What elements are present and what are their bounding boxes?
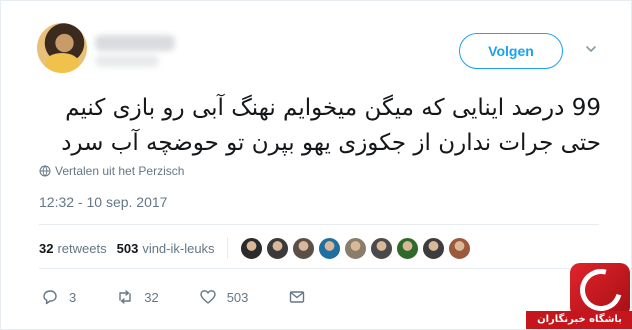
liker-avatar[interactable] bbox=[317, 236, 341, 260]
chevron-down-icon[interactable] bbox=[585, 43, 597, 55]
retweets-label: retweets bbox=[57, 240, 107, 256]
liker-avatar[interactable] bbox=[369, 236, 393, 260]
author-handle-blurred bbox=[95, 55, 159, 67]
likes-label: vind-ik-leuks bbox=[142, 240, 215, 256]
tweet-text: 99 درصد اینایی که میگن میخوایم نهنگ آبی … bbox=[31, 91, 601, 161]
liker-avatar[interactable] bbox=[291, 236, 315, 260]
divider bbox=[39, 224, 599, 225]
globe-icon bbox=[39, 165, 51, 177]
envelope-icon bbox=[290, 291, 305, 303]
liker-avatar[interactable] bbox=[395, 236, 419, 260]
retweet-count: 32 bbox=[144, 289, 159, 305]
retweet-button[interactable]: 32 bbox=[116, 288, 159, 306]
retweets-stat[interactable]: 32 retweets bbox=[39, 241, 107, 256]
reply-count: 3 bbox=[69, 289, 77, 305]
likes-stat[interactable]: 503 vind-ik-leuks bbox=[117, 241, 215, 256]
follow-button[interactable]: Volgen bbox=[459, 33, 563, 69]
watermark-label: باشگاه خبرنگاران bbox=[526, 311, 632, 329]
retweets-count: 32 bbox=[39, 240, 54, 256]
liker-avatars bbox=[239, 236, 471, 260]
tweet-card: Volgen 99 درصد اینایی که میگن میخوایم نه… bbox=[0, 0, 632, 330]
tweet-text-line: 99 درصد اینایی که میگن میخوایم نهنگ آبی … bbox=[65, 95, 601, 121]
translate-label: Vertalen uit het Perzisch bbox=[55, 164, 185, 178]
direct-message-button[interactable] bbox=[288, 288, 306, 306]
author-name-blurred bbox=[95, 35, 175, 51]
liker-avatar[interactable] bbox=[421, 236, 445, 260]
like-button[interactable]: 503 bbox=[199, 288, 249, 306]
liker-avatar[interactable] bbox=[239, 236, 263, 260]
translate-link[interactable]: Vertalen uit het Perzisch bbox=[39, 164, 184, 178]
reply-button[interactable]: 3 bbox=[41, 288, 76, 306]
tweet-text-line: حتی جرات ندارن از جکوزی یهو بپرن تو حوضچ… bbox=[61, 130, 601, 156]
avatar[interactable] bbox=[37, 23, 87, 73]
divider bbox=[39, 268, 599, 269]
tweet-timestamp[interactable]: 12:32 - 10 sep. 2017 bbox=[39, 194, 167, 210]
tweet-actions: 3 32 503 bbox=[41, 287, 346, 307]
heart-icon bbox=[200, 290, 216, 304]
tweet-stats: 32 retweets 503 vind-ik-leuks bbox=[39, 236, 471, 260]
liker-avatar[interactable] bbox=[343, 236, 367, 260]
liker-avatar[interactable] bbox=[447, 236, 471, 260]
like-count: 503 bbox=[226, 289, 249, 305]
retweet-icon bbox=[119, 290, 131, 304]
liker-avatar[interactable] bbox=[265, 236, 289, 260]
likes-count: 503 bbox=[116, 240, 139, 256]
stats-separator bbox=[226, 237, 228, 259]
reply-icon bbox=[43, 290, 57, 305]
watermark-logo: باشگاه خبرنگاران bbox=[526, 255, 632, 330]
